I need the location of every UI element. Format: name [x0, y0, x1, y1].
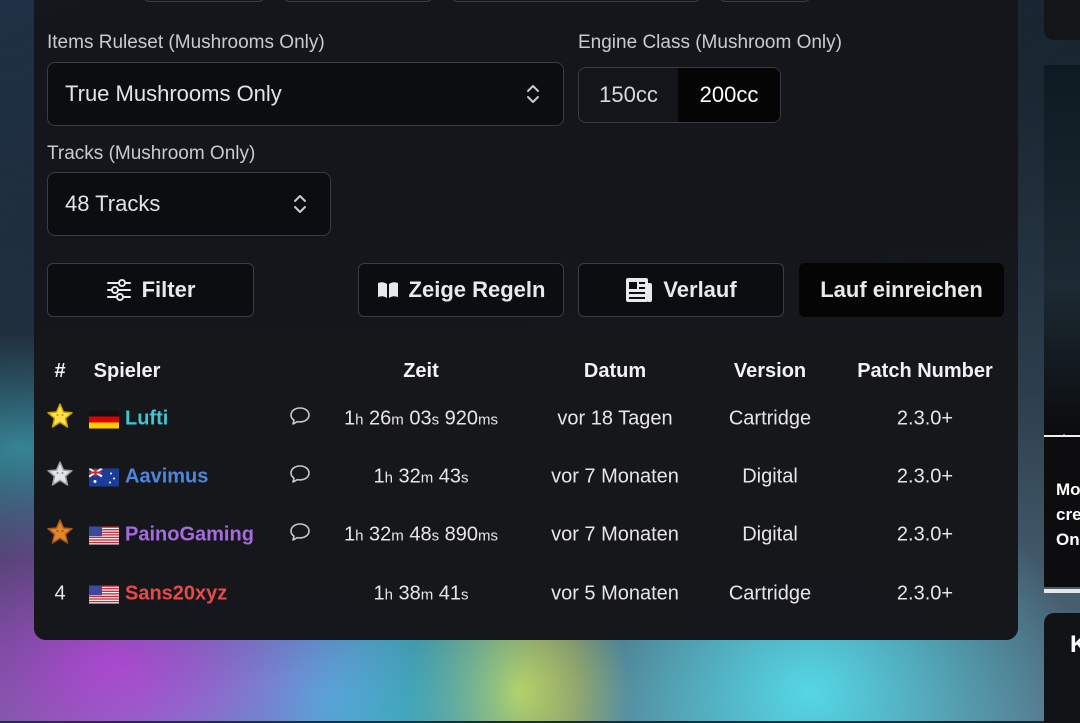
- table-row[interactable]: PainoGaming 1h 32m 48s 890ms vor 7 Monaten…: [34, 506, 1018, 564]
- side-card-divider: [1044, 589, 1080, 593]
- side-card-line-1: Mo: [1056, 480, 1080, 499]
- engine-class-segmented: 150cc 200cc: [578, 67, 781, 123]
- tracks-label: Tracks (Mushroom Only): [47, 143, 256, 164]
- top-tab[interactable]: [282, 0, 434, 2]
- flag-us-icon: [89, 585, 119, 603]
- gold-star-icon: [47, 403, 73, 428]
- col-header-player[interactable]: Spieler: [94, 360, 161, 383]
- bronze-star-icon: [47, 519, 73, 544]
- run-patch: 2.3.0+: [896, 582, 954, 605]
- show-rules-button[interactable]: Zeige Regeln: [358, 263, 564, 317]
- rank-medal: [47, 519, 73, 551]
- items-ruleset-value: True Mushrooms Only: [65, 81, 282, 106]
- tracks-select[interactable]: 48 Tracks: [47, 172, 331, 236]
- run-time: 1h 26m 03s 920ms: [343, 407, 499, 430]
- silver-star-icon: [47, 461, 73, 486]
- comment-icon[interactable]: [289, 464, 311, 484]
- history-button[interactable]: Verlauf: [578, 263, 784, 317]
- player-cell: Lufti: [89, 408, 168, 431]
- filter-button-label: Filter: [141, 277, 196, 302]
- history-button-label: Verlauf: [663, 277, 737, 302]
- rank-medal: [47, 461, 73, 493]
- player-name-link[interactable]: Lufti: [125, 408, 168, 431]
- run-patch: 2.3.0+: [896, 465, 954, 488]
- side-card-line-2: cre: [1056, 505, 1080, 524]
- run-time: 1h 38m 41s: [373, 582, 469, 605]
- run-patch: 2.3.0+: [896, 407, 954, 430]
- run-date: vor 7 Monaten: [551, 523, 679, 546]
- table-row[interactable]: Lufti 1h 26m 03s 920ms vor 18 Tagen Cartrid…: [34, 390, 1018, 448]
- run-date: vor 5 Monaten: [551, 582, 679, 605]
- col-header-time[interactable]: Zeit: [403, 360, 439, 383]
- top-tab-row: [34, 0, 1018, 4]
- table-row[interactable]: 4 Sans20xyz 1h 38m 41s vor 5 Monaten Cartrid…: [34, 565, 1018, 623]
- engine-class-label: Engine Class (Mushroom Only): [578, 32, 842, 53]
- items-ruleset-label: Items Ruleset (Mushrooms Only): [47, 32, 325, 53]
- player-name-link[interactable]: Aavimus: [125, 466, 208, 489]
- col-header-date[interactable]: Datum: [584, 360, 646, 383]
- table-row[interactable]: Aavimus 1h 32m 43s vor 7 Monaten Digital 2.3…: [34, 448, 1018, 506]
- engine-200cc-option[interactable]: 200cc: [678, 68, 780, 122]
- newspaper-icon: [626, 278, 653, 302]
- top-tab[interactable]: [450, 0, 702, 2]
- player-cell: Sans20xyz: [89, 583, 227, 606]
- flag-us-icon: [89, 526, 119, 544]
- col-header-patch[interactable]: Patch Number: [857, 360, 993, 383]
- player-cell: PainoGaming: [89, 524, 254, 547]
- rank-medal: [47, 403, 73, 435]
- engine-150cc-option[interactable]: 150cc: [579, 68, 678, 122]
- flag-de-icon: [89, 410, 119, 428]
- comment-icon[interactable]: [289, 406, 311, 426]
- filter-button[interactable]: Filter: [47, 263, 254, 317]
- updown-chevron-icon: [527, 85, 539, 103]
- rank-number: 4: [54, 582, 66, 605]
- side-card-line-3: On: [1056, 530, 1080, 549]
- submit-run-label: Lauf einreichen: [820, 277, 983, 302]
- side-promo-card[interactable]: Mo cre On: [1044, 435, 1080, 593]
- run-version: Cartridge: [728, 407, 812, 430]
- side-card-top: [1044, 0, 1080, 40]
- items-ruleset-select[interactable]: True Mushrooms Only: [47, 62, 564, 126]
- side-card-bottom: K: [1044, 613, 1080, 723]
- updown-chevron-icon: [294, 195, 306, 213]
- run-patch: 2.3.0+: [896, 523, 954, 546]
- run-version: Digital: [742, 465, 798, 488]
- comment-button[interactable]: [289, 522, 311, 548]
- player-name-link[interactable]: Sans20xyz: [125, 583, 227, 606]
- submit-run-button[interactable]: Lauf einreichen: [799, 263, 1004, 317]
- col-header-version[interactable]: Version: [734, 360, 806, 383]
- book-icon: [377, 282, 398, 298]
- leaderboard-panel: Items Ruleset (Mushrooms Only) True Mush…: [34, 0, 1018, 640]
- run-date: vor 7 Monaten: [551, 465, 679, 488]
- flag-au-icon: [89, 468, 119, 486]
- run-time: 1h 32m 48s 890ms: [343, 523, 499, 546]
- comment-button[interactable]: [289, 406, 311, 432]
- comment-button[interactable]: [289, 464, 311, 490]
- top-tab[interactable]: [142, 0, 266, 2]
- sliders-icon: [106, 279, 131, 301]
- side-video-thumbnail[interactable]: [1044, 65, 1080, 459]
- run-version: Cartridge: [728, 582, 812, 605]
- show-rules-label: Zeige Regeln: [408, 277, 546, 302]
- tracks-value: 48 Tracks: [65, 191, 161, 216]
- side-card-bottom-letter: K: [1070, 631, 1080, 658]
- comment-icon[interactable]: [289, 522, 311, 542]
- run-time: 1h 32m 43s: [373, 465, 469, 488]
- run-date: vor 18 Tagen: [557, 407, 673, 430]
- run-version: Digital: [742, 523, 798, 546]
- col-header-rank: #: [54, 360, 66, 382]
- top-tab[interactable]: [718, 0, 812, 2]
- player-cell: Aavimus: [89, 466, 208, 489]
- player-name-link[interactable]: PainoGaming: [125, 524, 254, 547]
